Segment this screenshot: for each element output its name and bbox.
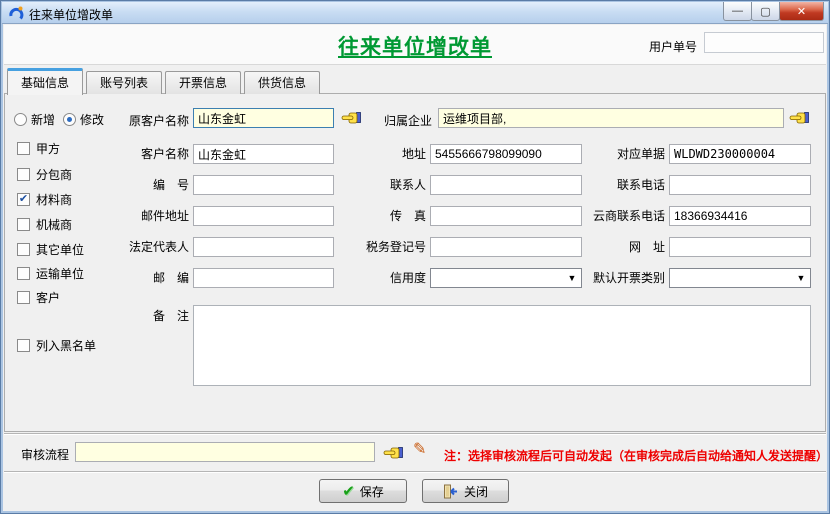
- company-field[interactable]: [438, 108, 784, 128]
- save-button[interactable]: ✔ 保存: [319, 479, 407, 503]
- remark-textarea[interactable]: [193, 305, 811, 386]
- address-field[interactable]: [430, 144, 582, 164]
- website-label: 网 址: [561, 240, 665, 254]
- sign-pen-icon[interactable]: ✎: [413, 442, 426, 458]
- checkbox-party-a-label: 甲方: [36, 142, 60, 156]
- code-label: 编 号: [101, 178, 189, 192]
- user-no-label: 用户单号: [649, 38, 697, 55]
- save-button-label: 保存: [360, 483, 384, 500]
- window-controls: — ▢ ✕: [724, 2, 824, 21]
- remark-label: 备 注: [101, 309, 189, 323]
- audit-flow-field[interactable]: [75, 442, 375, 462]
- audit-flow-label: 审核流程: [21, 448, 69, 462]
- checkbox-material-supplier[interactable]: ✔: [17, 193, 30, 206]
- exit-door-icon: [443, 484, 459, 499]
- check-icon: ✔: [19, 193, 28, 205]
- checkbox-machinery-supplier-label: 机械商: [36, 218, 72, 232]
- checkbox-blacklist-label: 列入黑名单: [36, 339, 96, 353]
- radio-modify-label: 修改: [80, 113, 104, 127]
- tax-no-label: 税务登记号: [331, 240, 426, 254]
- doc-no-field[interactable]: [669, 144, 811, 164]
- contact-label: 联系人: [331, 178, 426, 192]
- checkbox-customer-label: 客户: [36, 291, 60, 305]
- email-label: 邮件地址: [101, 209, 189, 223]
- postcode-field[interactable]: [193, 268, 334, 288]
- tab-account-list-label: 账号列表: [100, 76, 148, 90]
- page-title: 往来单位增改单: [4, 31, 826, 61]
- checkbox-machinery-supplier[interactable]: [17, 218, 30, 231]
- radio-modify[interactable]: [63, 113, 76, 126]
- save-check-icon: ✔: [342, 482, 355, 500]
- orig-customer-name-label: 原客户名称: [129, 114, 189, 128]
- code-field[interactable]: [193, 175, 334, 195]
- checkbox-customer[interactable]: [17, 291, 30, 304]
- email-field[interactable]: [193, 206, 334, 226]
- address-label: 地址: [331, 147, 426, 161]
- fax-label: 传 真: [331, 209, 426, 223]
- header-band: 往来单位增改单 用户单号: [4, 25, 826, 65]
- window: 往来单位增改单 — ▢ ✕ 往来单位增改单 用户单号 基础信息 账号列表 开票信…: [0, 0, 830, 514]
- radio-new[interactable]: [14, 113, 27, 126]
- audit-lookup-hand-icon[interactable]: [383, 445, 404, 460]
- divider: [4, 433, 826, 435]
- user-no-field[interactable]: [704, 32, 824, 53]
- customer-name-label: 客户名称: [101, 147, 189, 161]
- website-field[interactable]: [669, 237, 811, 257]
- radio-new-label: 新增: [31, 113, 55, 127]
- phone-label: 联系电话: [561, 178, 665, 192]
- window-close-button[interactable]: ✕: [779, 2, 824, 21]
- window-title: 往来单位增改单: [29, 6, 113, 23]
- credit-select[interactable]: ▼: [430, 268, 582, 288]
- app-icon: [8, 5, 24, 21]
- company-lookup-hand-icon[interactable]: [789, 110, 810, 125]
- chevron-down-icon: ▼: [794, 273, 808, 283]
- close-button-label: 关闭: [464, 483, 488, 500]
- minimize-button[interactable]: —: [723, 2, 752, 21]
- maximize-button[interactable]: ▢: [751, 2, 780, 21]
- orig-customer-lookup-hand-icon[interactable]: [341, 110, 362, 125]
- tab-account-list[interactable]: 账号列表: [86, 71, 162, 94]
- credit-label: 信用度: [331, 271, 426, 285]
- tab-supply-info-label: 供货信息: [258, 76, 306, 90]
- tab-supply-info[interactable]: 供货信息: [244, 71, 320, 94]
- postcode-label: 邮 编: [101, 271, 189, 285]
- checkbox-transport-unit-label: 运输单位: [36, 267, 84, 281]
- checkbox-party-a[interactable]: [17, 142, 30, 155]
- tab-invoice-info[interactable]: 开票信息: [165, 71, 241, 94]
- legal-rep-label: 法定代表人: [101, 240, 189, 254]
- orig-customer-name-field[interactable]: [193, 108, 334, 128]
- customer-name-field[interactable]: [193, 144, 334, 164]
- tax-no-field[interactable]: [430, 237, 582, 257]
- checkbox-subcontractor[interactable]: [17, 168, 30, 181]
- cloud-phone-label: 云商联系电话: [561, 209, 665, 223]
- cloud-phone-field[interactable]: [669, 206, 811, 226]
- close-button[interactable]: 关闭: [422, 479, 509, 503]
- audit-note: 注：选择审核流程后可自动发起（在审核完成后自动给通知人发送提醒）: [444, 447, 828, 464]
- invoice-type-select[interactable]: ▼: [669, 268, 811, 288]
- doc-no-label: 对应单据: [561, 147, 665, 161]
- legal-rep-field[interactable]: [193, 237, 334, 257]
- checkbox-transport-unit[interactable]: [17, 267, 30, 280]
- company-label: 归属企业: [384, 114, 432, 128]
- invoice-type-label: 默认开票类别: [561, 271, 665, 285]
- tab-basic-info[interactable]: 基础信息: [7, 68, 83, 95]
- fax-field[interactable]: [430, 206, 582, 226]
- contact-field[interactable]: [430, 175, 582, 195]
- divider: [4, 471, 826, 473]
- checkbox-blacklist[interactable]: [17, 339, 30, 352]
- checkbox-other-unit[interactable]: [17, 243, 30, 256]
- tab-bar: 基础信息 账号列表 开票信息 供货信息: [7, 67, 323, 94]
- checkbox-other-unit-label: 其它单位: [36, 243, 84, 257]
- tab-invoice-info-label: 开票信息: [179, 76, 227, 90]
- titlebar: 往来单位增改单 — ▢ ✕: [2, 2, 828, 24]
- checkbox-material-supplier-label: 材料商: [36, 193, 72, 207]
- tab-basic-info-label: 基础信息: [21, 76, 69, 90]
- phone-field[interactable]: [669, 175, 811, 195]
- checkbox-subcontractor-label: 分包商: [36, 168, 72, 182]
